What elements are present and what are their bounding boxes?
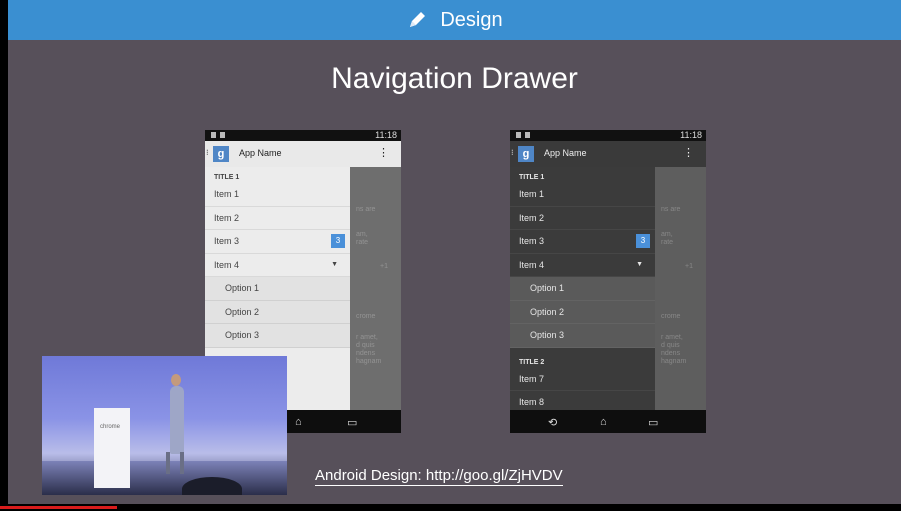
- app-name: App Name: [239, 148, 282, 158]
- notification-icons: [516, 132, 530, 138]
- speaker-video-inset: chrome: [42, 356, 287, 495]
- action-bar: ⁝ g App Name ⋮: [205, 141, 401, 167]
- app-logo-icon: g: [518, 146, 534, 162]
- content-area: ns are am, rate +1 crome r amet, d quis …: [350, 167, 401, 410]
- drawer-section-title: TITLE 1: [519, 174, 545, 181]
- slide-title: Navigation Drawer: [331, 62, 578, 95]
- video-progress-bar[interactable]: [0, 504, 901, 511]
- drawer-option[interactable]: Option 3: [510, 324, 655, 348]
- speaker-head: [171, 374, 181, 386]
- drawer-item[interactable]: Item 2: [510, 207, 655, 230]
- content-area: ns are am, rate +1 crome r amet, d quis …: [655, 167, 706, 410]
- home-icon[interactable]: ⌂: [295, 416, 302, 428]
- count-badge: 3: [331, 234, 345, 248]
- drawer-item-expandable[interactable]: Item 4 ▼: [205, 254, 350, 277]
- drawer-item[interactable]: Item 1: [510, 183, 655, 207]
- app-logo-icon: g: [213, 146, 229, 162]
- header-title: Design: [440, 8, 503, 31]
- podium-label: chrome: [100, 424, 121, 430]
- drawer-item[interactable]: Item 8: [510, 391, 655, 410]
- action-bar: ⁝ g App Name ⋮: [510, 141, 706, 167]
- home-icon[interactable]: ⌂: [600, 416, 607, 428]
- overflow-menu-icon: ⋮: [683, 147, 694, 159]
- drawer-item[interactable]: Item 33: [510, 230, 655, 254]
- back-icon[interactable]: ⟲: [548, 416, 557, 429]
- drawer-indicator-icon: ⁝: [511, 148, 514, 157]
- overflow-menu-icon: ⋮: [378, 147, 389, 159]
- notification-icons: [211, 132, 225, 138]
- drawer-item[interactable]: Item 33: [205, 230, 350, 254]
- speaker-legs: [166, 452, 184, 474]
- app-name: App Name: [544, 148, 587, 158]
- stage-floor: [42, 461, 287, 495]
- drawer-option[interactable]: Option 3: [205, 324, 350, 348]
- progress-fill: [0, 506, 118, 509]
- status-time: 11:18: [375, 130, 397, 140]
- expand-caret-icon: ▼: [331, 260, 338, 268]
- status-time: 11:18: [680, 130, 702, 140]
- expand-caret-icon: ▼: [636, 260, 643, 268]
- drawer-item-expandable[interactable]: Item 4 ▼: [510, 254, 655, 277]
- drawer-item[interactable]: Item 7: [510, 368, 655, 391]
- system-nav-bar: ⟲ ⌂ ▭: [510, 410, 706, 433]
- android-design-link[interactable]: Android Design: http://goo.gl/ZjHVDV: [315, 467, 563, 486]
- drawer-item[interactable]: Item 2: [205, 207, 350, 230]
- speaker-body: [170, 386, 184, 454]
- count-badge: 3: [636, 234, 650, 248]
- status-bar: 11:18: [205, 130, 401, 141]
- navigation-drawer: TITLE 1 Item 1 Item 2 Item 33 Item 4 ▼ Op…: [510, 167, 655, 410]
- drawer-option[interactable]: Option 2: [510, 300, 655, 324]
- drawer-option[interactable]: Option 1: [205, 277, 350, 301]
- drawer-indicator-icon: ⁝: [206, 148, 209, 157]
- status-bar: 11:18: [510, 130, 706, 141]
- video-frame: Design Navigation Drawer 11:18 ⁝ g App N…: [0, 0, 901, 511]
- podium: chrome: [94, 408, 130, 488]
- pencil-icon: [410, 12, 426, 27]
- audience-silhouette: [182, 477, 242, 495]
- drawer-item[interactable]: Item 1: [205, 183, 350, 207]
- header-bar: Design: [8, 0, 901, 40]
- drawer-option[interactable]: Option 1: [510, 277, 655, 301]
- phone-mockup-dark: 11:18 ⁝ g App Name ⋮ ns are am, rate +1 …: [510, 130, 706, 433]
- recents-icon[interactable]: ▭: [347, 416, 357, 429]
- recents-icon[interactable]: ▭: [648, 416, 658, 429]
- drawer-section-title: TITLE 1: [214, 174, 240, 181]
- drawer-section-title: TITLE 2: [519, 358, 545, 366]
- drawer-option[interactable]: Option 2: [205, 300, 350, 324]
